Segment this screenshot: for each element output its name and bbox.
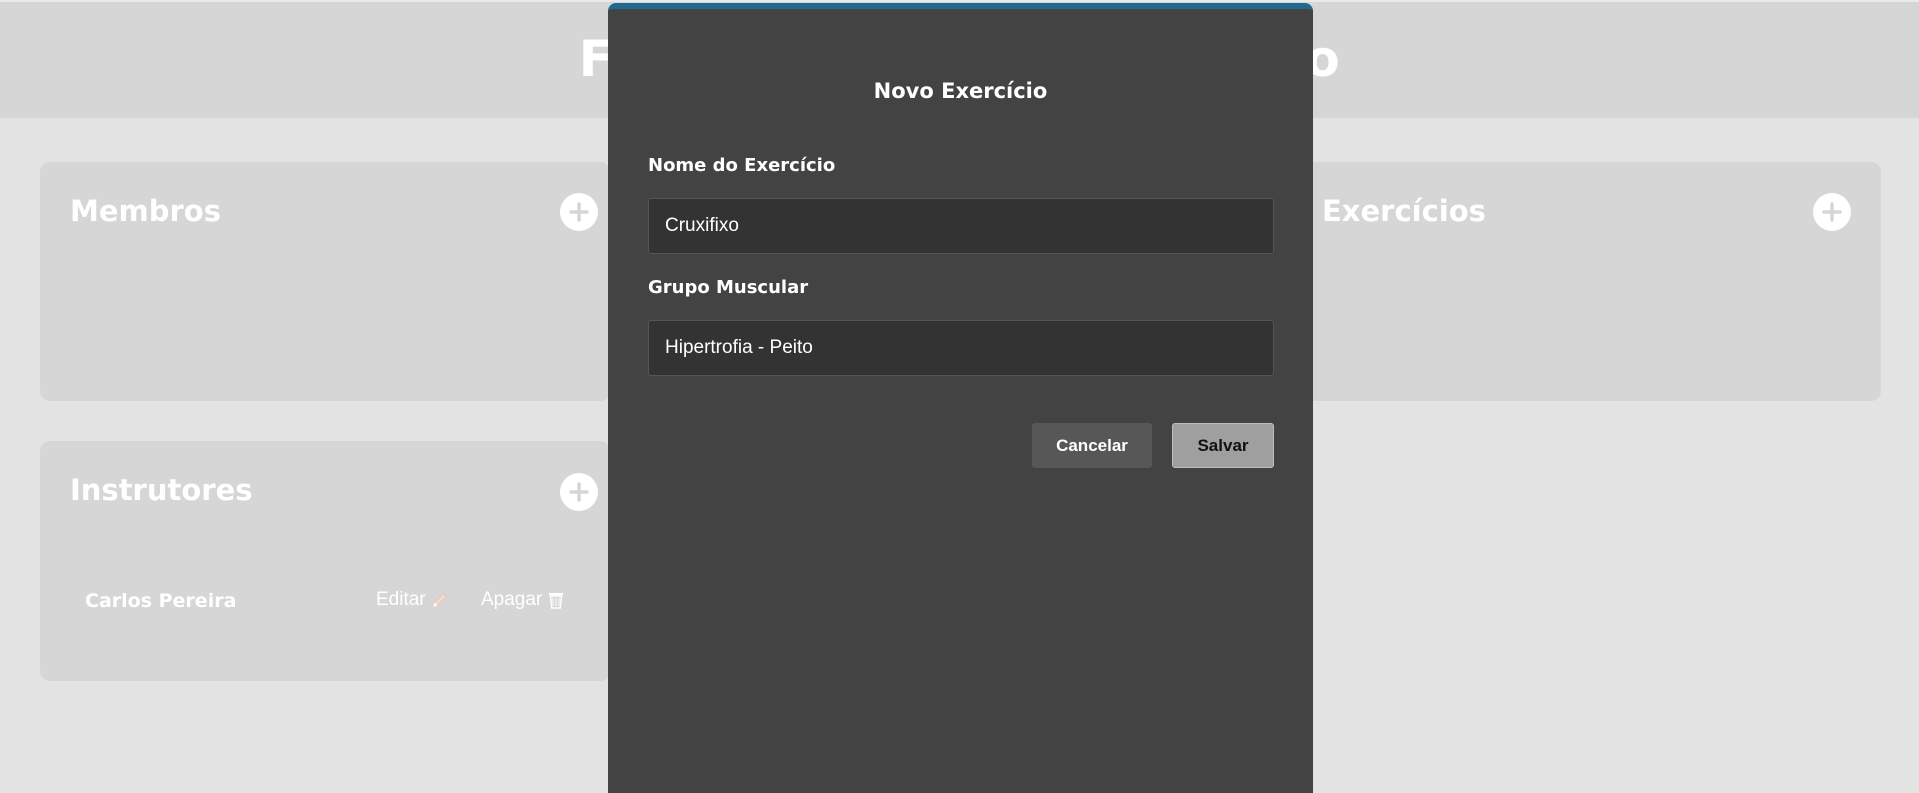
muscle-group-label: Grupo Muscular bbox=[648, 277, 809, 298]
muscle-group-input[interactable] bbox=[648, 320, 1274, 376]
panel-membros: Membros bbox=[40, 162, 610, 401]
panel-instrutores-title: Instrutores bbox=[70, 473, 253, 507]
cancel-button[interactable]: Cancelar bbox=[1032, 423, 1152, 468]
pencil-icon bbox=[431, 592, 447, 608]
modal-title: Novo Exercício bbox=[873, 79, 1048, 103]
add-instrutor-button[interactable] bbox=[560, 473, 598, 511]
edit-label: Editar bbox=[376, 589, 426, 610]
instrutor-name: Carlos Pereira bbox=[85, 590, 237, 612]
add-exercicio-button[interactable] bbox=[1813, 193, 1851, 231]
add-membro-button[interactable] bbox=[560, 193, 598, 231]
edit-instrutor-button[interactable]: Editar bbox=[376, 589, 450, 611]
panel-instrutores: Instrutores Carlos Pereira Editar Apagar bbox=[40, 441, 610, 681]
panel-exercicios-title: Exercícios bbox=[1322, 194, 1486, 228]
plus-icon bbox=[1822, 202, 1842, 222]
save-button[interactable]: Salvar bbox=[1172, 423, 1274, 468]
plus-icon bbox=[569, 482, 589, 502]
exercise-name-input[interactable] bbox=[648, 198, 1274, 254]
trash-icon bbox=[549, 593, 564, 609]
plus-icon bbox=[569, 202, 589, 222]
panel-exercicios: Exercícios bbox=[1291, 162, 1881, 401]
new-exercise-modal: Novo Exercício Nome do Exercício Grupo M… bbox=[608, 3, 1313, 793]
delete-instrutor-button[interactable]: Apagar bbox=[481, 589, 566, 611]
delete-label: Apagar bbox=[481, 589, 543, 610]
panel-membros-title: Membros bbox=[70, 194, 221, 228]
exercise-name-label: Nome do Exercício bbox=[648, 155, 836, 176]
